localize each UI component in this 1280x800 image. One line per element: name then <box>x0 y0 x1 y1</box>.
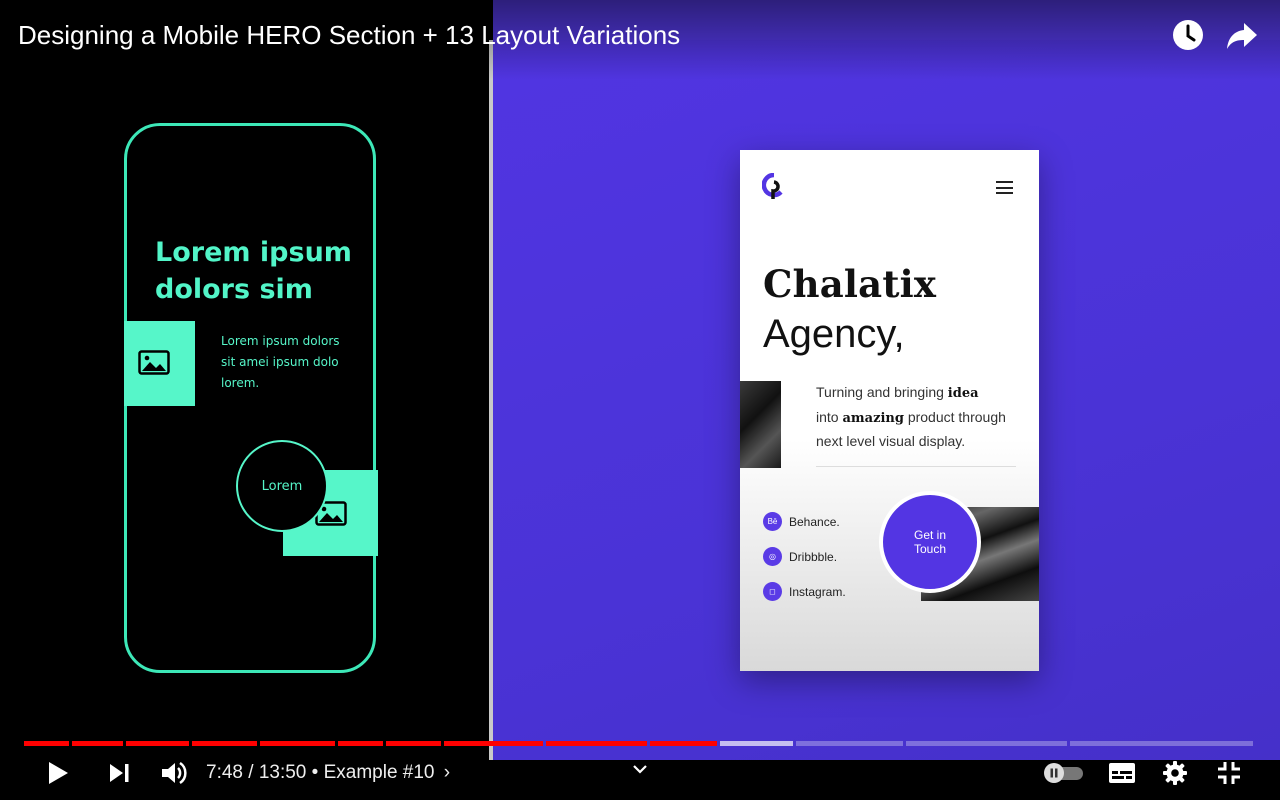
progress-played <box>386 741 441 746</box>
time-separator: / <box>242 762 259 783</box>
progress-played <box>546 741 647 746</box>
cta-line1: Get in <box>913 528 946 542</box>
desc-bold-amazing: amazing <box>842 410 904 426</box>
progress-chapter-segment[interactable] <box>192 741 257 746</box>
progress-chapter-segment[interactable] <box>650 741 717 746</box>
duration: 13:50 <box>258 762 307 783</box>
social-label: Behance. <box>789 514 840 529</box>
desc-text-1: Turning and bringing <box>816 384 948 400</box>
chapter-title[interactable]: • Example #10 <box>306 762 435 783</box>
progress-chapter-segment[interactable] <box>1070 741 1253 746</box>
watch-later-clock-icon[interactable] <box>1172 19 1204 51</box>
mockup-title-line2: Agency, <box>763 312 905 356</box>
progress-chapter-segment[interactable] <box>796 741 903 746</box>
social-link-dribbble: ◎ Dribbble. <box>763 547 837 566</box>
settings-gear-icon[interactable] <box>1162 760 1188 786</box>
wireframe-heading-line1: Lorem ipsum <box>155 237 352 268</box>
progress-chapter-segment[interactable] <box>72 741 123 746</box>
wireframe-body-line2: sit amei ipsum dolo <box>221 355 339 369</box>
chevron-down-icon[interactable] <box>632 764 648 776</box>
video-player[interactable]: Lorem ipsum dolors sim Lorem ipsum dolor… <box>0 0 1280 800</box>
desc-text-4: next level visual display. <box>816 433 966 449</box>
social-link-behance: Bē Behance. <box>763 512 840 531</box>
wireframe-heading-line2: dolors sim <box>155 274 313 305</box>
desc-text-2: into <box>816 408 843 425</box>
dribbble-icon: ◎ <box>763 547 782 566</box>
time-display: 7:48 / 13:50 • Example #10 › <box>206 762 450 784</box>
progress-chapter-segment[interactable] <box>546 741 647 746</box>
progress-chapter-segment[interactable] <box>338 741 383 746</box>
image-placeholder-icon <box>138 350 170 375</box>
progress-chapter-segment[interactable] <box>906 741 1067 746</box>
wireframe-heading: Lorem ipsum dolors sim <box>155 234 352 308</box>
progress-chapter-segment[interactable] <box>720 741 793 746</box>
desc-bold-idea: idea <box>947 386 979 401</box>
instagram-icon: ◻ <box>763 582 782 601</box>
progress-bar[interactable] <box>24 741 1256 746</box>
social-label: Instagram. <box>789 584 846 599</box>
exit-fullscreen-icon[interactable] <box>1216 760 1242 786</box>
progress-chapter-segment[interactable] <box>24 741 69 746</box>
get-in-touch-button: Get in Touch <box>879 491 981 593</box>
progress-chapter-segment[interactable] <box>126 741 189 746</box>
next-icon[interactable] <box>108 763 132 783</box>
progress-chapter-segment[interactable] <box>386 741 441 746</box>
mockup-abstract-image <box>740 381 781 468</box>
wireframe-body-line1: Lorem ipsum dolors <box>221 334 340 348</box>
progress-chapter-segment[interactable] <box>444 741 543 746</box>
hamburger-menu-icon <box>996 181 1013 194</box>
subtitles-icon[interactable] <box>1108 762 1136 784</box>
progress-buffered <box>720 741 793 746</box>
progress-played <box>72 741 123 746</box>
mockup-description: Turning and bringing idea into amazing p… <box>816 381 1026 454</box>
behance-icon: Bē <box>763 512 782 531</box>
progress-chapter-segment[interactable] <box>260 741 335 746</box>
wireframe-circle-button: Lorem <box>236 440 328 532</box>
mockup-title-line1: Chalatix <box>763 262 937 306</box>
social-label: Dribbble. <box>789 549 838 564</box>
chapter-chevron-icon[interactable]: › <box>444 762 450 783</box>
cta-line2: Touch <box>913 542 947 556</box>
video-title[interactable]: Designing a Mobile HERO Section + 13 Lay… <box>18 20 680 51</box>
progress-played <box>260 741 335 746</box>
mockup-divider <box>816 466 1016 467</box>
social-link-instagram: ◻ Instagram. <box>763 582 846 601</box>
progress-played <box>338 741 383 746</box>
mobile-mockup: Chalatix Agency, Turning and bringing id… <box>740 150 1039 671</box>
wireframe-body-text: Lorem ipsum dolors sit amei ipsum dolo l… <box>221 331 351 394</box>
wireframe-body-line3: lorem. <box>221 376 260 390</box>
play-icon[interactable] <box>46 760 70 786</box>
share-arrow-icon[interactable] <box>1226 22 1258 50</box>
current-time: 7:48 <box>206 762 243 783</box>
autoplay-toggle-icon[interactable] <box>1043 762 1085 784</box>
desc-text-3: product through <box>903 408 1006 425</box>
progress-played <box>650 741 717 746</box>
progress-played <box>444 741 543 746</box>
brand-logo-icon <box>762 173 783 199</box>
progress-played <box>192 741 257 746</box>
volume-icon[interactable] <box>160 760 188 786</box>
wireframe-circle-label: Lorem <box>261 478 303 494</box>
progress-played <box>126 741 189 746</box>
progress-played <box>24 741 69 746</box>
